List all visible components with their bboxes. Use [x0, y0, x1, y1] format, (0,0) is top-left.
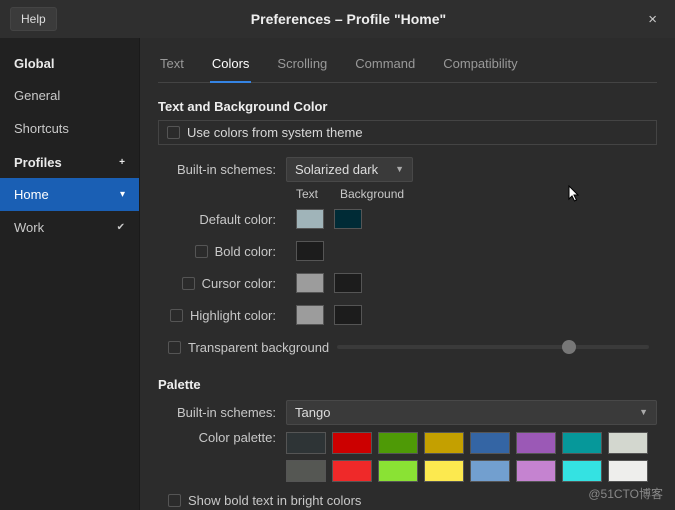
sidebar-heading-profiles: Profiles +: [0, 145, 139, 178]
highlight-color-checkbox[interactable]: [170, 309, 183, 322]
slider-thumb[interactable]: [562, 340, 576, 354]
palette-swatch-0-4[interactable]: [470, 432, 510, 454]
chevron-down-icon: ▼: [639, 407, 648, 417]
palette-swatch-1-7[interactable]: [608, 460, 648, 482]
cursor-color-checkbox[interactable]: [182, 277, 195, 290]
palette-swatch-1-6[interactable]: [562, 460, 602, 482]
chevron-down-icon[interactable]: ▾: [120, 189, 125, 200]
cursor-color-label: Cursor color:: [202, 276, 276, 291]
default-text-color-swatch[interactable]: [296, 209, 324, 229]
watermark: @51CTO博客: [588, 485, 663, 502]
palette-swatch-0-6[interactable]: [562, 432, 602, 454]
help-button[interactable]: Help: [10, 7, 57, 31]
palette-swatch-0-0[interactable]: [286, 432, 326, 454]
sidebar-item-shortcuts[interactable]: Shortcuts: [0, 112, 139, 145]
sidebar-item-home[interactable]: Home ▾: [0, 178, 139, 211]
show-bold-bright-checkbox[interactable]: [168, 494, 181, 507]
sidebar-heading-global: Global: [0, 46, 139, 79]
palette-schemes-label: Built-in schemes:: [158, 405, 286, 420]
cursor-text-color-swatch[interactable]: [296, 273, 324, 293]
sidebar: Global General Shortcuts Profiles + Home…: [0, 38, 140, 510]
bold-color-swatch[interactable]: [296, 241, 324, 261]
palette-swatch-1-1[interactable]: [332, 460, 372, 482]
palette-swatch-0-7[interactable]: [608, 432, 648, 454]
transparency-slider[interactable]: [337, 345, 649, 349]
palette-swatch-1-0[interactable]: [286, 460, 326, 482]
section-text-bg-title: Text and Background Color: [158, 99, 657, 114]
column-header-text: Text: [296, 187, 334, 201]
highlight-text-color-swatch[interactable]: [296, 305, 324, 325]
palette-swatch-1-2[interactable]: [378, 460, 418, 482]
highlight-color-label: Highlight color:: [190, 308, 276, 323]
use-system-theme-row[interactable]: Use colors from system theme: [158, 120, 657, 145]
tab-command[interactable]: Command: [353, 42, 417, 82]
column-header-background: Background: [340, 187, 404, 201]
tab-compatibility[interactable]: Compatibility: [441, 42, 519, 82]
default-bg-color-swatch[interactable]: [334, 209, 362, 229]
show-bold-bright-label: Show bold text in bright colors: [188, 493, 361, 508]
default-color-label: Default color:: [158, 212, 286, 227]
tab-bar: Text Colors Scrolling Command Compatibil…: [158, 42, 657, 83]
chevron-down-icon: ▼: [395, 164, 404, 174]
highlight-bg-color-swatch[interactable]: [334, 305, 362, 325]
tab-scrolling[interactable]: Scrolling: [275, 42, 329, 82]
sidebar-item-work[interactable]: Work ✔: [0, 211, 139, 244]
bold-color-label: Bold color:: [215, 244, 276, 259]
palette-swatch-0-5[interactable]: [516, 432, 556, 454]
use-system-theme-checkbox[interactable]: [167, 126, 180, 139]
color-palette-label: Color palette:: [158, 430, 286, 445]
section-palette-title: Palette: [158, 377, 657, 392]
palette-swatch-1-4[interactable]: [470, 460, 510, 482]
color-palette-grid: [286, 432, 648, 482]
palette-swatch-0-2[interactable]: [378, 432, 418, 454]
use-system-theme-label: Use colors from system theme: [187, 125, 363, 140]
window-title: Preferences – Profile "Home": [57, 11, 641, 27]
tab-text[interactable]: Text: [158, 42, 186, 82]
tab-colors[interactable]: Colors: [210, 42, 252, 83]
add-profile-button[interactable]: +: [119, 157, 125, 168]
palette-swatch-1-3[interactable]: [424, 460, 464, 482]
palette-schemes-combo[interactable]: Tango ▼: [286, 400, 657, 425]
transparent-bg-label: Transparent background: [188, 340, 329, 355]
cursor-bg-color-swatch[interactable]: [334, 273, 362, 293]
transparent-bg-checkbox[interactable]: [168, 341, 181, 354]
check-icon: ✔: [117, 222, 125, 233]
palette-swatch-0-3[interactable]: [424, 432, 464, 454]
bold-color-checkbox[interactable]: [195, 245, 208, 258]
content-pane: Text Colors Scrolling Command Compatibil…: [140, 38, 675, 510]
builtin-schemes-combo[interactable]: Solarized dark ▼: [286, 157, 413, 182]
sidebar-item-general[interactable]: General: [0, 79, 139, 112]
builtin-schemes-label: Built-in schemes:: [158, 162, 286, 177]
close-button[interactable]: ×: [640, 7, 665, 32]
palette-swatch-1-5[interactable]: [516, 460, 556, 482]
palette-swatch-0-1[interactable]: [332, 432, 372, 454]
